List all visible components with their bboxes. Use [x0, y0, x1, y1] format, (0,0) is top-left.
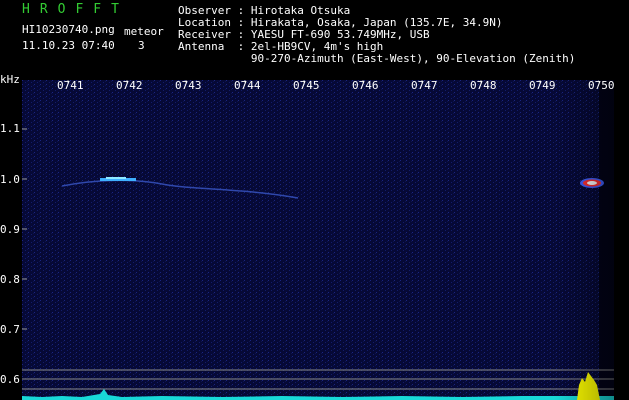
y-tick-label: 1.0 [0, 173, 20, 186]
x-tick-label: 0741 [57, 79, 84, 92]
filename: HI10230740.png [22, 23, 115, 36]
y-tick-label: 0.9 [0, 223, 20, 236]
x-tick-label: 0744 [234, 79, 261, 92]
meteor-label: meteor [124, 25, 164, 38]
app-title: HROFFT [22, 2, 129, 17]
y-tick-label: 0.6 [0, 373, 20, 386]
x-tick-label: 0747 [411, 79, 438, 92]
x-tick-label: 0750 [588, 79, 615, 92]
x-tick-label: 0742 [116, 79, 143, 92]
y-tick-label: 0.7 [0, 323, 20, 336]
meteor-count: 3 [138, 39, 145, 52]
x-tick-label: 0745 [293, 79, 320, 92]
y-tick-label: 1.1 [0, 122, 20, 135]
y-unit-label: kHz [0, 73, 20, 86]
datetime: 11.10.23 07:40 [22, 39, 115, 52]
spectrogram [22, 80, 614, 400]
x-tick-label: 0743 [175, 79, 202, 92]
antenna-line-2: 90-270-Azimuth (East-West), 90-Elevation… [178, 52, 576, 65]
y-tick-label: 0.8 [0, 273, 20, 286]
x-tick-label: 0746 [352, 79, 379, 92]
x-tick-label: 0748 [470, 79, 497, 92]
x-tick-label: 0749 [529, 79, 556, 92]
